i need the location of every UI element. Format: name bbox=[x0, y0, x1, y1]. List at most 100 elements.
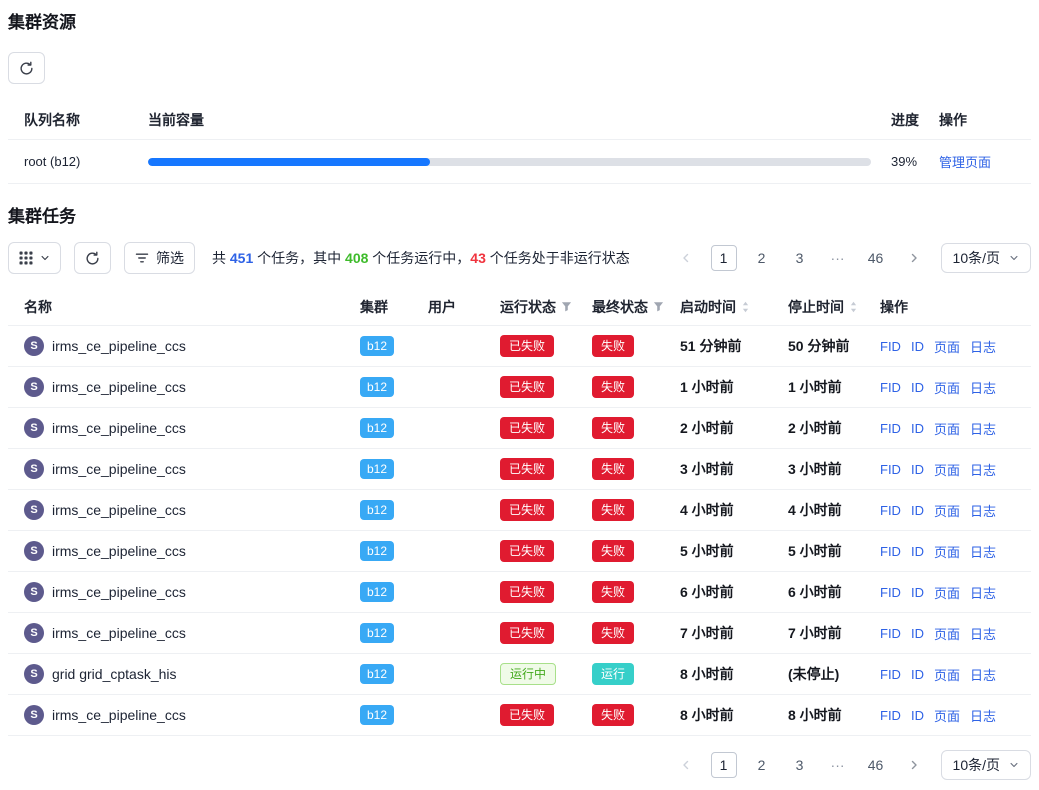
pagination-prev-button[interactable] bbox=[673, 245, 699, 271]
tasks-title: 集群任务 bbox=[8, 206, 1031, 228]
col-action: 操作 bbox=[880, 297, 1031, 317]
table-row: S irms_ce_pipeline_ccs b12 已失败 失败 8 小时前 … bbox=[8, 695, 1031, 736]
task-action-link[interactable]: FID bbox=[880, 462, 901, 477]
resources-refresh-button[interactable] bbox=[8, 52, 45, 84]
task-action-link[interactable]: ID bbox=[911, 626, 924, 641]
task-action-link[interactable]: 日志 bbox=[970, 501, 996, 520]
task-action-link[interactable]: 页面 bbox=[934, 337, 960, 356]
pagination-page-1[interactable]: 1 bbox=[711, 752, 737, 778]
task-action-link[interactable]: ID bbox=[911, 544, 924, 559]
task-action-link[interactable]: ID bbox=[911, 421, 924, 436]
pagination-page-46[interactable]: 46 bbox=[863, 752, 889, 778]
task-action-link[interactable]: ID bbox=[911, 462, 924, 477]
final-status-badge: 运行 bbox=[592, 663, 634, 685]
pagination-page-1[interactable]: 1 bbox=[711, 245, 737, 271]
running-count: 408 bbox=[345, 250, 368, 266]
task-action-link[interactable]: ID bbox=[911, 585, 924, 600]
task-action-link[interactable]: 页面 bbox=[934, 419, 960, 438]
page-size-select[interactable]: 10条/页 bbox=[941, 243, 1031, 273]
col-final-status: 最终状态 bbox=[592, 297, 680, 317]
avatar: S bbox=[24, 623, 44, 643]
filter-funnel-icon[interactable] bbox=[653, 301, 664, 312]
cluster-badge: b12 bbox=[360, 459, 394, 479]
page-size-value: 10条/页 bbox=[953, 248, 1000, 268]
pagination-prev-button[interactable] bbox=[673, 752, 699, 778]
task-action-link[interactable]: 日志 bbox=[970, 460, 996, 479]
sorter-icon[interactable] bbox=[741, 300, 750, 314]
task-action-link[interactable]: 页面 bbox=[934, 542, 960, 561]
task-action-link[interactable]: FID bbox=[880, 380, 901, 395]
page-size-select[interactable]: 10条/页 bbox=[941, 750, 1031, 780]
chevron-right-icon bbox=[908, 759, 920, 771]
task-action-link[interactable]: 页面 bbox=[934, 665, 960, 684]
pagination-ellipsis[interactable]: ··· bbox=[825, 752, 851, 778]
task-action-link[interactable]: FID bbox=[880, 339, 901, 354]
task-action-link[interactable]: ID bbox=[911, 667, 924, 682]
task-action-link[interactable]: 日志 bbox=[970, 583, 996, 602]
task-action-link[interactable]: FID bbox=[880, 544, 901, 559]
task-action-link[interactable]: 日志 bbox=[970, 337, 996, 356]
final-status-badge: 失败 bbox=[592, 376, 634, 398]
task-action-link[interactable]: 页面 bbox=[934, 378, 960, 397]
task-action-link[interactable]: ID bbox=[911, 339, 924, 354]
pagination-page-3[interactable]: 3 bbox=[787, 752, 813, 778]
task-action-link[interactable]: 页面 bbox=[934, 460, 960, 479]
resources-table-header: 队列名称 当前容量 进度 操作 bbox=[8, 100, 1031, 140]
chevron-right-icon bbox=[908, 252, 920, 264]
task-action-link[interactable]: ID bbox=[911, 503, 924, 518]
task-action-link[interactable]: 日志 bbox=[970, 542, 996, 561]
sorter-icon[interactable] bbox=[849, 300, 858, 314]
final-status-badge: 失败 bbox=[592, 540, 634, 562]
pagination-page-46[interactable]: 46 bbox=[863, 245, 889, 271]
pagination-ellipsis[interactable]: ··· bbox=[825, 245, 851, 271]
task-action-link[interactable]: 页面 bbox=[934, 624, 960, 643]
task-action-link[interactable]: 页面 bbox=[934, 583, 960, 602]
avatar: S bbox=[24, 541, 44, 561]
task-actions: FID ID 页面日志 bbox=[880, 665, 1031, 684]
pagination-page-2[interactable]: 2 bbox=[749, 752, 775, 778]
pagination-page-3[interactable]: 3 bbox=[787, 245, 813, 271]
filter-button[interactable]: 筛选 bbox=[124, 242, 195, 274]
run-status-badge: 已失败 bbox=[500, 704, 554, 726]
avatar: S bbox=[24, 418, 44, 438]
resources-toolbar bbox=[8, 52, 1031, 84]
avatar: S bbox=[24, 377, 44, 397]
cluster-badge: b12 bbox=[360, 582, 394, 602]
stop-time: (未停止) bbox=[788, 664, 880, 684]
task-action-link[interactable]: FID bbox=[880, 585, 901, 600]
run-status-badge: 已失败 bbox=[500, 376, 554, 398]
table-row: S irms_ce_pipeline_ccs b12 已失败 失败 3 小时前 … bbox=[8, 449, 1031, 490]
tasks-refresh-button[interactable] bbox=[74, 242, 111, 274]
stop-time: 6 小时前 bbox=[788, 582, 880, 602]
non-running-count: 43 bbox=[470, 250, 486, 266]
task-action-link[interactable]: FID bbox=[880, 503, 901, 518]
resource-row: root (b12) 39% 管理页面 bbox=[8, 140, 1031, 184]
task-action-link[interactable]: 日志 bbox=[970, 706, 996, 725]
task-action-link[interactable]: 日志 bbox=[970, 378, 996, 397]
layout-grid-button[interactable] bbox=[8, 242, 61, 274]
pagination-next-button[interactable] bbox=[901, 752, 927, 778]
task-action-link[interactable]: 日志 bbox=[970, 665, 996, 684]
task-action-link[interactable]: 日志 bbox=[970, 624, 996, 643]
manage-page-link[interactable]: 管理页面 bbox=[939, 155, 991, 170]
stop-time: 7 小时前 bbox=[788, 623, 880, 643]
task-action-link[interactable]: FID bbox=[880, 667, 901, 682]
pagination-bottom: 123 ··· 46 10条/页 bbox=[673, 750, 1031, 780]
task-action-link[interactable]: ID bbox=[911, 380, 924, 395]
pagination-next-button[interactable] bbox=[901, 245, 927, 271]
task-name: irms_ce_pipeline_ccs bbox=[52, 543, 186, 559]
task-action-link[interactable]: 日志 bbox=[970, 419, 996, 438]
run-status-badge: 运行中 bbox=[500, 663, 556, 685]
capacity-progress-bar bbox=[148, 158, 871, 166]
task-action-link[interactable]: FID bbox=[880, 626, 901, 641]
task-action-link[interactable]: FID bbox=[880, 708, 901, 723]
pagination-page-2[interactable]: 2 bbox=[749, 245, 775, 271]
filter-funnel-icon[interactable] bbox=[561, 301, 572, 312]
start-time: 6 小时前 bbox=[680, 582, 788, 602]
task-action-link[interactable]: 页面 bbox=[934, 706, 960, 725]
task-action-link[interactable]: FID bbox=[880, 421, 901, 436]
task-action-link[interactable]: 页面 bbox=[934, 501, 960, 520]
task-action-link[interactable]: ID bbox=[911, 708, 924, 723]
task-name: irms_ce_pipeline_ccs bbox=[52, 707, 186, 723]
table-row: S irms_ce_pipeline_ccs b12 已失败 失败 6 小时前 … bbox=[8, 572, 1031, 613]
